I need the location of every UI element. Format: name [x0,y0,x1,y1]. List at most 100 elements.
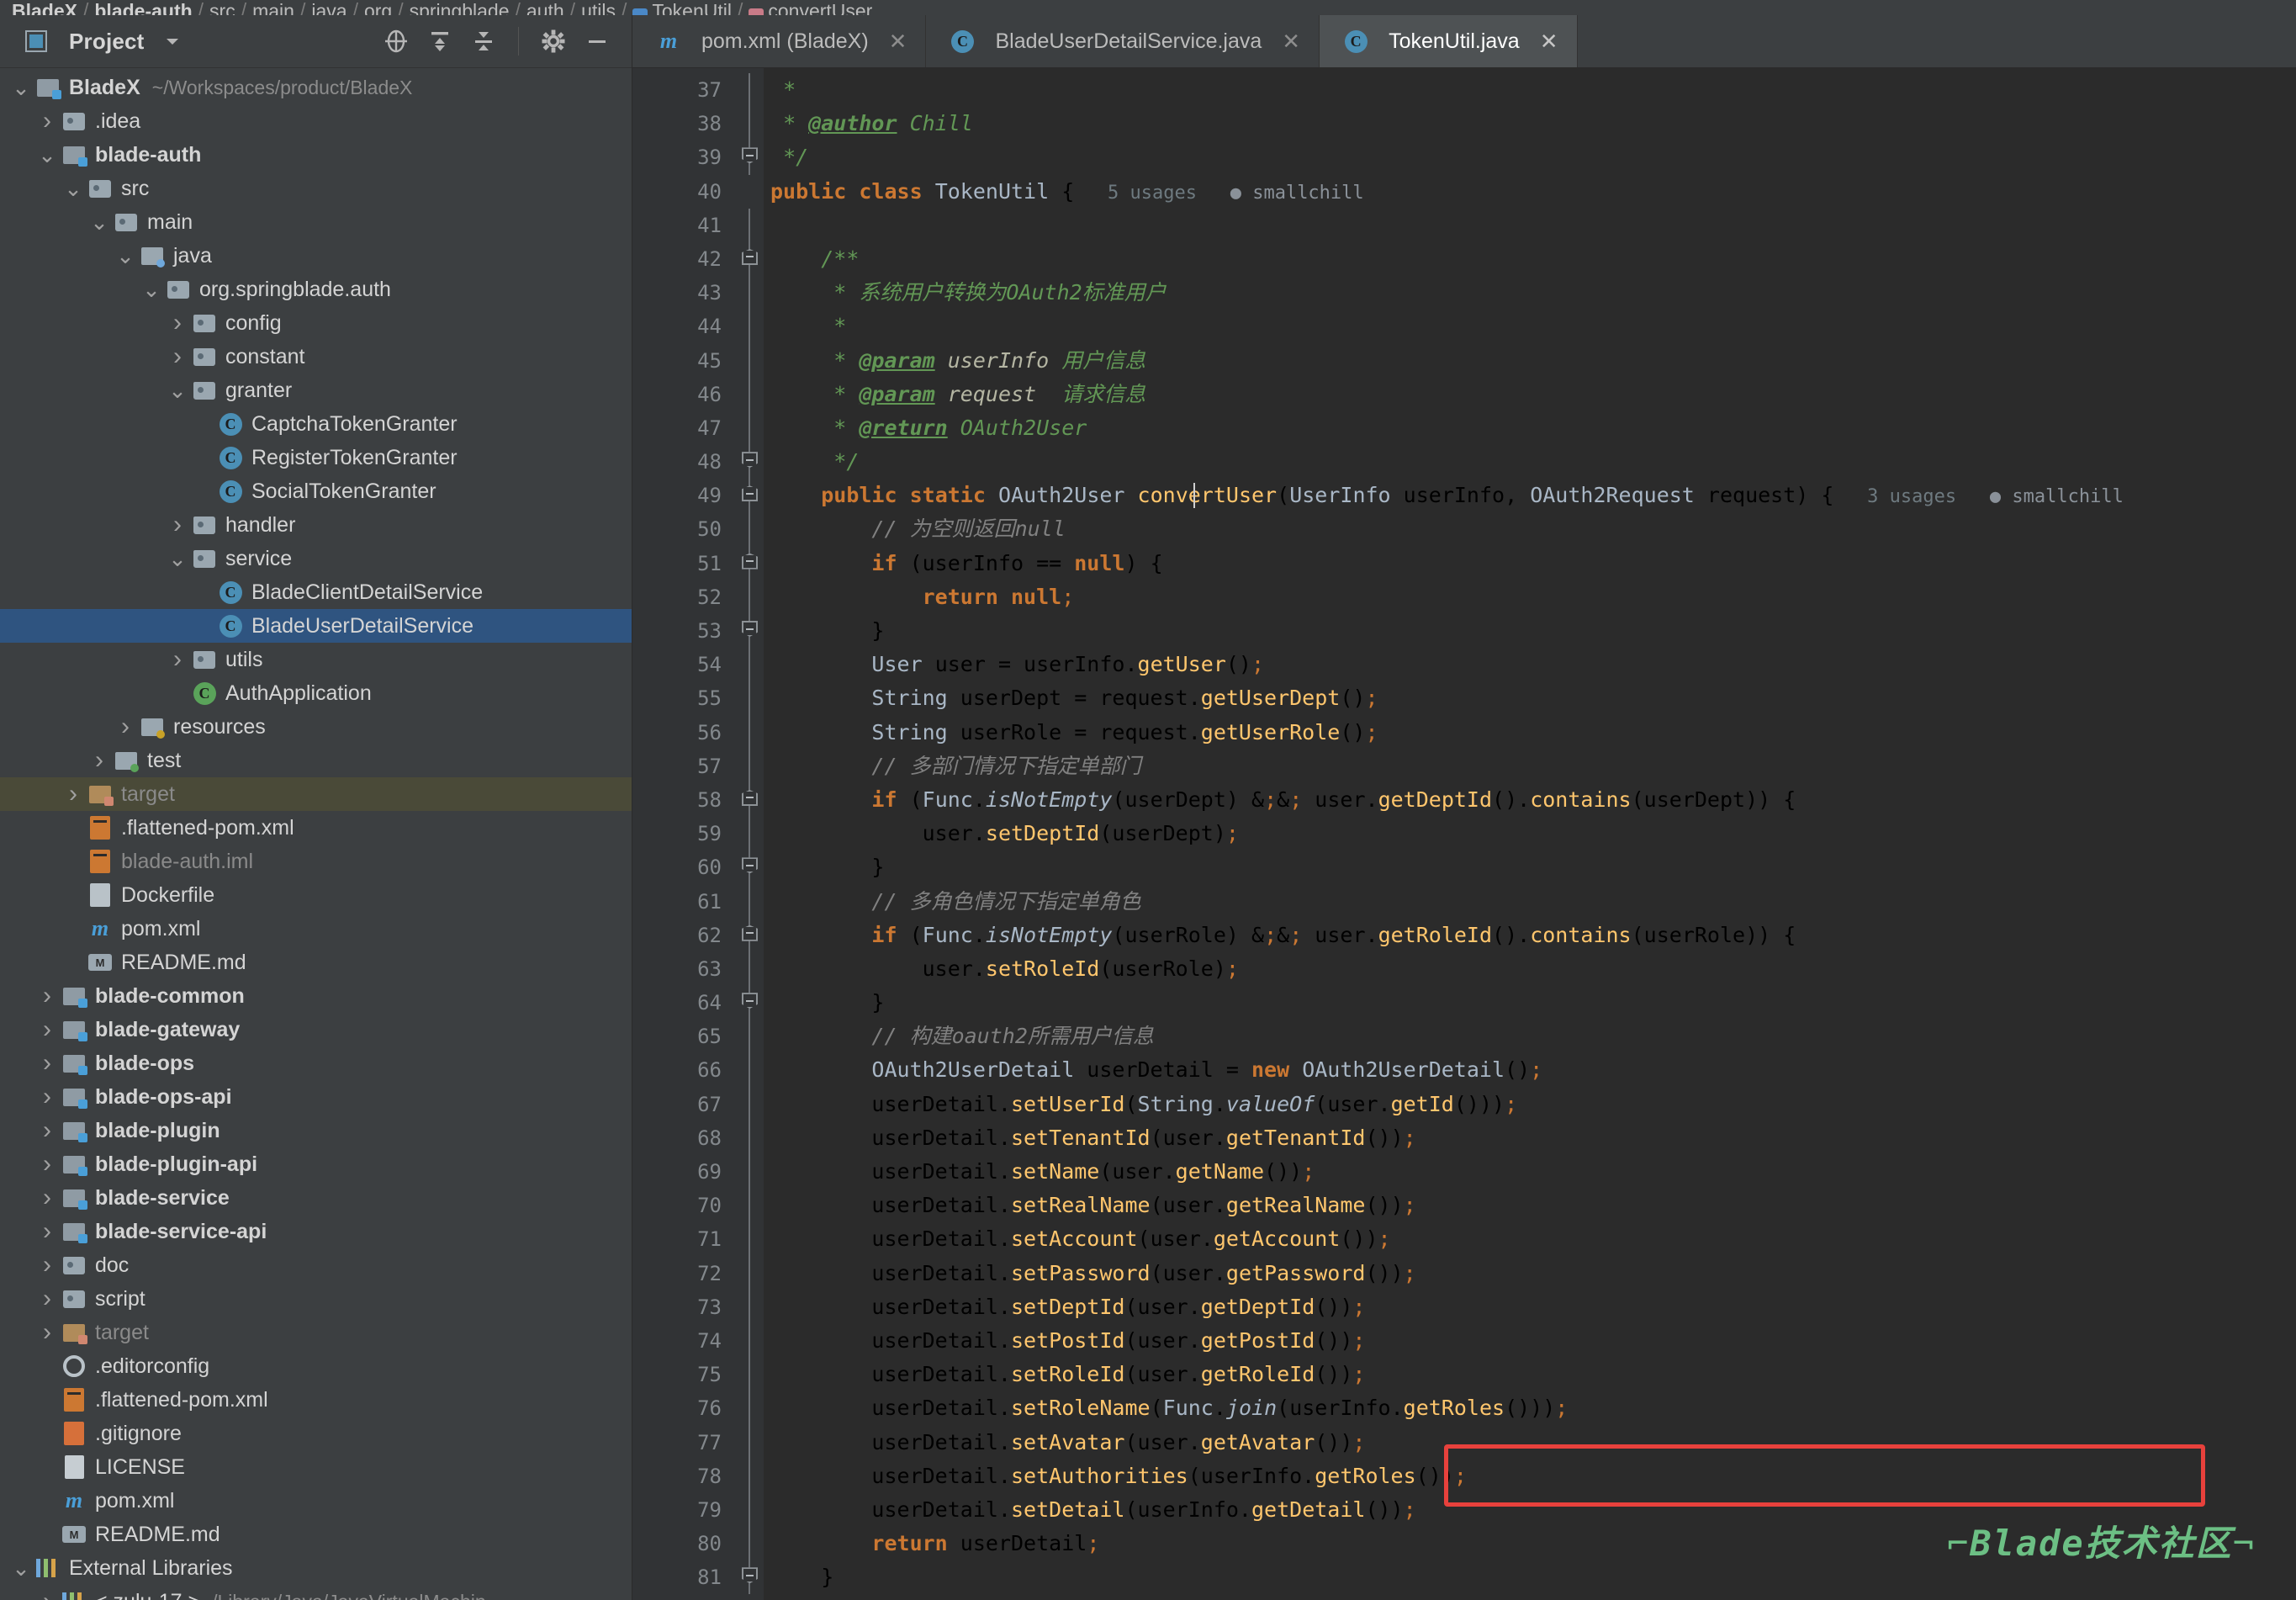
collapse-region-icon[interactable] [742,248,758,265]
breadcrumb-item-2[interactable]: src [209,0,235,15]
code-line-66[interactable]: OAuth2UserDetail userDetail = new OAuth2… [770,1053,2296,1087]
chevron-right-icon[interactable]: › [34,1049,60,1078]
code-line-47[interactable]: * @return OAuth2User [770,411,2296,445]
tree-node-src[interactable]: ⌄ src [0,172,632,205]
fold-marker[interactable] [735,241,764,277]
tree-node-bladex[interactable]: ⌄ BladeX ~/Workspaces/product/BladeX [0,71,632,104]
tree-node-org-springblade-auth[interactable]: ⌄ org.springblade.auth [0,273,632,306]
tree-node-constant[interactable]: › constant [0,340,632,374]
tree-node-pom-xml[interactable]: · m pom.xml [0,912,632,946]
collapse-region-icon[interactable] [742,147,758,164]
chevron-right-icon[interactable]: › [34,982,60,1010]
tree-node-doc[interactable]: › doc [0,1248,632,1282]
tree-node-external-libraries[interactable]: ⌄ External Libraries [0,1551,632,1585]
tree-node-test[interactable]: › test [0,744,632,777]
tree-node-flattened-pom-xml[interactable]: · .flattened-pom.xml [0,811,632,845]
chevron-right-icon[interactable]: › [165,645,190,674]
code-line-67[interactable]: userDetail.setUserId(String.valueOf(user… [770,1088,2296,1121]
fold-marker[interactable] [735,445,764,479]
fold-marker[interactable] [735,140,764,175]
tree-node-idea[interactable]: › .idea [0,104,632,138]
chevron-down-icon[interactable]: ⌄ [87,211,112,233]
code-line-42[interactable]: /** [770,242,2296,276]
collapse-all-icon[interactable] [468,25,500,57]
tree-node-socialtokengranter[interactable]: ·CSocialTokenGranter [0,474,632,508]
code-line-48[interactable]: */ [770,445,2296,479]
chevron-right-icon[interactable]: › [34,1285,60,1313]
code-folding-gutter[interactable] [735,68,764,1600]
chevron-right-icon[interactable]: › [165,309,190,337]
code-line-71[interactable]: userDetail.setAccount(user.getAccount())… [770,1222,2296,1256]
chevron-down-icon[interactable]: ⌄ [165,548,190,570]
tree-node-blade-auth[interactable]: ⌄ blade-auth [0,138,632,172]
code-line-44[interactable]: * [770,310,2296,343]
collapse-region-icon[interactable] [742,925,758,941]
chevron-down-icon[interactable]: ⌄ [34,144,60,166]
collapse-region-icon[interactable] [742,1567,758,1584]
code-line-76[interactable]: userDetail.setRoleName(Func.join(userInf… [770,1391,2296,1425]
tree-node-license[interactable]: · LICENSE [0,1450,632,1484]
code-line-61[interactable]: // 多角色情况下指定单角色 [770,885,2296,919]
collapse-region-icon[interactable] [742,789,758,806]
editor-tab-tokenutil[interactable]: C TokenUtil.java ✕ [1320,15,1578,67]
chevron-right-icon[interactable]: › [34,1083,60,1111]
code-text[interactable]: * * @author Chill */public class TokenUt… [764,68,2296,1600]
code-line-50[interactable]: // 为空则返回null [770,512,2296,546]
code-line-60[interactable]: } [770,850,2296,884]
chevron-right-icon[interactable]: › [34,1184,60,1212]
tree-node-target[interactable]: › target [0,777,632,811]
fold-marker[interactable] [735,614,764,649]
code-line-78[interactable]: userDetail.setAuthorities(userInfo.getRo… [770,1460,2296,1493]
tree-node-blade-common[interactable]: › blade-common [0,979,632,1013]
code-line-38[interactable]: * @author Chill [770,107,2296,140]
code-line-77[interactable]: userDetail.setAvatar(user.getAvatar()); [770,1426,2296,1460]
tree-node-registertokengranter[interactable]: ·C RegisterTokenGranter [0,441,632,474]
code-line-49[interactable]: public static OAuth2User convertUser(Use… [770,479,2296,512]
tree-node-dockerfile[interactable]: · Dockerfile [0,878,632,912]
code-line-64[interactable]: } [770,986,2296,1020]
usages-hint[interactable]: 3 usages [1833,486,1956,507]
tree-node-main[interactable]: ⌄ main [0,205,632,239]
collapse-region-icon[interactable] [742,452,758,469]
breadcrumb-item-10[interactable]: convertUser [768,0,872,15]
tree-node-bladeclientdetailservice[interactable]: ·CBladeClientDetailService [0,575,632,609]
code-line-72[interactable]: userDetail.setPassword(user.getPassword(… [770,1257,2296,1290]
code-line-63[interactable]: user.setRoleId(userRole); [770,952,2296,986]
code-line-59[interactable]: user.setDeptId(userDept); [770,817,2296,850]
tree-node-blade-service[interactable]: › blade-service [0,1181,632,1215]
close-icon[interactable]: ✕ [1282,29,1300,55]
tree-node-handler[interactable]: › handler [0,508,632,542]
chevron-down-icon[interactable]: ⌄ [8,1557,34,1579]
fold-marker[interactable] [735,850,764,885]
chevron-right-icon[interactable]: › [165,511,190,539]
fold-marker[interactable] [735,1560,764,1595]
code-line-46[interactable]: * @param request 请求信息 [770,378,2296,411]
chevron-down-icon[interactable]: ⌄ [139,278,164,300]
chevron-right-icon[interactable]: › [34,107,60,135]
chevron-right-icon[interactable]: › [61,780,86,808]
collapse-region-icon[interactable] [742,553,758,570]
tree-node-config[interactable]: › config [0,306,632,340]
tree-node-readme-md[interactable]: ·M README.md [0,1518,632,1551]
chevron-down-icon[interactable]: ⌄ [8,77,34,98]
tree-node-target[interactable]: › target [0,1316,632,1349]
chevron-right-icon[interactable]: › [34,1150,60,1179]
tree-node-java[interactable]: ⌄ java [0,239,632,273]
close-icon[interactable]: ✕ [889,29,907,55]
chevron-down-icon[interactable]: ⌄ [61,177,86,199]
code-line-68[interactable]: userDetail.setTenantId(user.getTenantId(… [770,1121,2296,1155]
tree-node-granter[interactable]: ⌄ granter [0,374,632,407]
author-hint[interactable]: ● smallchill [1197,183,1364,204]
tree-node-blade-gateway[interactable]: › blade-gateway [0,1013,632,1046]
code-line-43[interactable]: * 系统用户转换为OAuth2标准用户 [770,276,2296,310]
tree-node-blade-ops[interactable]: › blade-ops [0,1046,632,1080]
code-line-70[interactable]: userDetail.setRealName(user.getRealName(… [770,1189,2296,1222]
fold-marker[interactable] [735,782,764,818]
tree-node-pom-xml[interactable]: · m pom.xml [0,1484,632,1518]
code-line-56[interactable]: String userRole = request.getUserRole(); [770,716,2296,750]
project-tree[interactable]: ⌄ BladeX ~/Workspaces/product/BladeX › .idea… [0,68,632,1600]
chevron-right-icon[interactable]: › [87,746,112,775]
code-line-62[interactable]: if (Func.isNotEmpty(userRole) &;&; user.… [770,919,2296,952]
code-line-39[interactable]: */ [770,140,2296,174]
tree-node-flattened-pom-xml[interactable]: · .flattened-pom.xml [0,1383,632,1417]
